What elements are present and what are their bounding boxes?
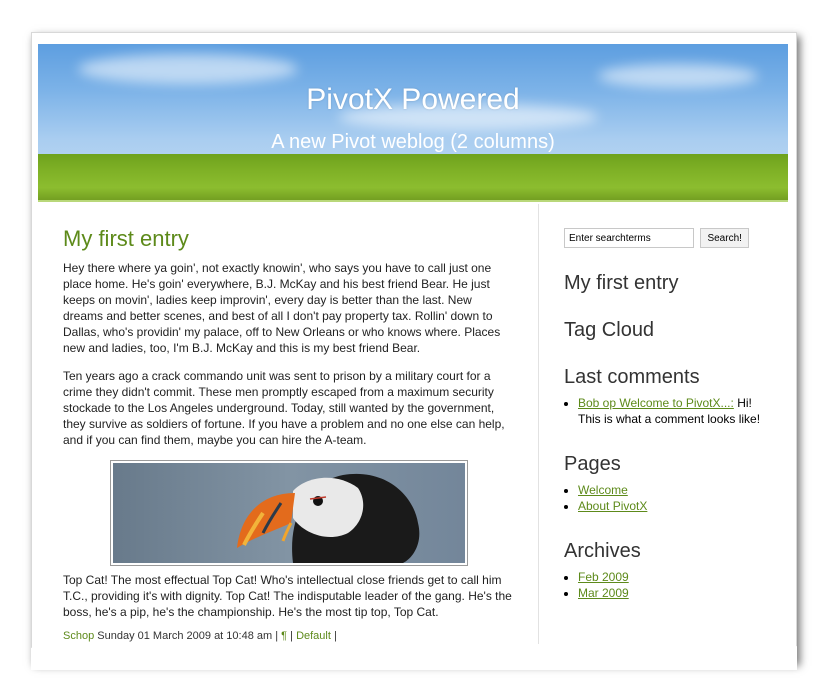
entry-image-frame xyxy=(110,460,468,566)
page-item: Welcome xyxy=(578,482,764,498)
puffin-photo-icon xyxy=(113,463,465,563)
column-divider xyxy=(538,204,539,644)
site-title[interactable]: PivotX Powered xyxy=(38,83,788,117)
archive-link-feb-2009[interactable]: Feb 2009 xyxy=(578,570,629,584)
search-button[interactable]: Search! xyxy=(700,228,749,248)
pages-list: Welcome About PivotX xyxy=(564,482,764,514)
page-link-welcome[interactable]: Welcome xyxy=(578,483,628,497)
cloud-decoration xyxy=(78,54,298,84)
torn-edge-decoration xyxy=(31,643,797,670)
comment-item: Bob op Welcome to PivotX...: Hi! This is… xyxy=(578,395,764,427)
archive-item: Mar 2009 xyxy=(578,585,764,601)
header-bottom-line xyxy=(38,200,788,202)
archive-link-mar-2009[interactable]: Mar 2009 xyxy=(578,586,629,600)
archive-item: Feb 2009 xyxy=(578,569,764,585)
entry-paragraph: Hey there where ya goin', not exactly kn… xyxy=(63,261,501,355)
site-subtitle: A new Pivot weblog (2 columns) xyxy=(271,131,555,153)
entry-title[interactable]: My first entry xyxy=(63,226,515,252)
search-input[interactable] xyxy=(564,228,694,248)
sidebar: Search! My first entry Tag Cloud Last co… xyxy=(564,228,764,601)
blog-page: PivotX Powered A new Pivot weblog (2 col… xyxy=(38,44,788,644)
archives-list: Feb 2009 Mar 2009 xyxy=(564,569,764,601)
page-link-about[interactable]: About PivotX xyxy=(578,499,647,513)
last-comments-heading: Last comments xyxy=(564,366,700,388)
pages-heading: Pages xyxy=(564,453,621,475)
page-item: About PivotX xyxy=(578,498,764,514)
search-form: Search! xyxy=(564,228,764,248)
entry-paragraph: Top Cat! The most effectual Top Cat! Who… xyxy=(63,573,512,619)
grass-band xyxy=(38,154,788,202)
main-column: My first entry Hey there where ya goin',… xyxy=(63,226,515,642)
comment-link[interactable]: Bob op Welcome to PivotX...: xyxy=(578,396,734,410)
entry-paragraph: Ten years ago a crack commando unit was … xyxy=(63,369,505,447)
comments-list: Bob op Welcome to PivotX...: Hi! This is… xyxy=(564,395,764,427)
site-header: PivotX Powered A new Pivot weblog (2 col… xyxy=(38,44,788,202)
archives-heading: Archives xyxy=(564,540,641,562)
tag-cloud-heading: Tag Cloud xyxy=(564,319,655,341)
sidebar-latest-entry[interactable]: My first entry xyxy=(564,272,764,295)
